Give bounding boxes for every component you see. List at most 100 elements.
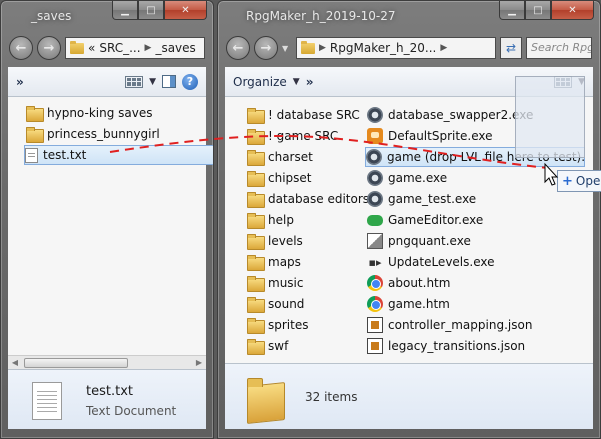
- sprite-icon: [367, 128, 383, 144]
- address-overflow[interactable]: «: [88, 41, 95, 55]
- list-item-selected[interactable]: test.txt: [24, 145, 213, 165]
- minimize-button[interactable]: ▁: [499, 1, 525, 20]
- minimize-button[interactable]: ▁: [112, 1, 138, 20]
- list-item[interactable]: ▪▸ UpdateLevels.exe: [367, 252, 495, 272]
- window-title: RpgMaker_h_2019-10-27: [246, 9, 396, 23]
- item-label: database_swapper2.exe: [388, 108, 534, 122]
- list-item[interactable]: database_swapper2.exe: [367, 105, 533, 125]
- chevron-right-icon[interactable]: ▶: [145, 43, 152, 53]
- close-button[interactable]: ✕: [164, 1, 207, 20]
- item-label: swf: [268, 339, 289, 353]
- item-label: game.exe: [388, 171, 448, 185]
- item-label: game.htm: [388, 297, 450, 311]
- chevron-right-icon[interactable]: ▶: [440, 43, 447, 53]
- text-file-icon: [25, 147, 38, 163]
- arrow-right-icon: →: [260, 40, 272, 56]
- view-icon[interactable]: [125, 75, 144, 88]
- horizontal-scrollbar[interactable]: ◀ ▶: [8, 355, 206, 369]
- list-item[interactable]: legacy_transitions.json: [367, 336, 525, 356]
- navigation-bar: ← → ▼ ▶ RpgMaker_h_20... ▶ ⇄ Search Rpg: [226, 35, 592, 61]
- close-button[interactable]: ✕: [551, 1, 594, 20]
- list-item[interactable]: help: [247, 210, 294, 230]
- list-item[interactable]: sound: [247, 294, 304, 314]
- chevron-down-icon[interactable]: ▼: [293, 77, 300, 87]
- item-label: sprites: [268, 318, 309, 332]
- item-count: 32 items: [305, 390, 358, 404]
- list-item[interactable]: game.htm: [367, 294, 450, 314]
- gear-icon: [367, 170, 383, 186]
- toolbar-overflow-button[interactable]: »: [306, 75, 314, 89]
- details-pane: test.txt Text Document: [8, 369, 206, 429]
- maximize-button[interactable]: □: [138, 1, 164, 20]
- gear-icon: [366, 149, 382, 165]
- folder-icon: [247, 129, 265, 145]
- caption-buttons: ▁ □ ✕: [499, 1, 594, 20]
- back-button[interactable]: ←: [226, 36, 250, 60]
- arrow-left-icon: ←: [15, 40, 27, 56]
- forward-button[interactable]: →: [254, 36, 278, 60]
- address-segment-src[interactable]: SRC_...: [99, 41, 140, 55]
- list-item[interactable]: game_test.exe: [367, 189, 476, 209]
- back-button[interactable]: ←: [9, 36, 33, 60]
- item-label: game_test.exe: [388, 192, 477, 206]
- item-label: chipset: [268, 171, 312, 185]
- list-item[interactable]: chipset: [247, 168, 312, 188]
- file-list[interactable]: hypno-king saves princess_bunnygirl test…: [8, 97, 213, 369]
- item-label: DefaultSprite.exe: [388, 129, 493, 143]
- address-bar[interactable]: « SRC_... ▶ _saves: [65, 37, 205, 59]
- address-bar[interactable]: ▶ RpgMaker_h_20... ▶: [296, 37, 496, 59]
- list-item[interactable]: ! game SRC: [247, 126, 338, 146]
- explorer-window-rpgmaker[interactable]: RpgMaker_h_2019-10-27 ▁ □ ✕ ← → ▼ ▶ RpgM…: [217, 0, 601, 439]
- list-item[interactable]: princess_bunnygirl: [26, 124, 160, 144]
- list-item[interactable]: GameEditor.exe: [367, 210, 483, 230]
- maximize-button[interactable]: □: [525, 1, 551, 20]
- list-item[interactable]: maps: [247, 252, 301, 272]
- list-item[interactable]: sprites: [247, 315, 308, 335]
- organize-button[interactable]: Organize: [233, 75, 287, 89]
- scroll-left-icon[interactable]: ◀: [8, 358, 22, 367]
- recent-pages-icon[interactable]: ▼: [282, 44, 292, 53]
- list-item[interactable]: about.htm: [367, 273, 450, 293]
- list-item[interactable]: database editors: [247, 189, 369, 209]
- command-bar: » ▼ ?: [8, 67, 206, 97]
- chevron-right-icon[interactable]: ▶: [319, 43, 326, 53]
- forward-button[interactable]: →: [37, 36, 61, 60]
- list-item[interactable]: music: [247, 273, 303, 293]
- drag-tooltip: + Ope: [557, 170, 601, 192]
- list-item[interactable]: ! database SRC: [247, 105, 360, 125]
- list-item[interactable]: game.exe: [367, 168, 447, 188]
- item-label: test.txt: [43, 148, 87, 162]
- arrow-left-icon: ←: [232, 40, 244, 56]
- folder-icon: [247, 108, 265, 124]
- folder-icon: [247, 171, 265, 187]
- list-item[interactable]: pngquant.exe: [367, 231, 471, 251]
- refresh-button[interactable]: ⇄: [500, 37, 522, 59]
- list-item[interactable]: swf: [247, 336, 288, 356]
- toolbar-overflow-button[interactable]: »: [16, 75, 24, 89]
- chevron-down-icon[interactable]: ▼: [149, 77, 156, 87]
- scroll-right-icon[interactable]: ▶: [192, 358, 206, 367]
- item-label: about.htm: [388, 276, 451, 290]
- preview-pane-icon[interactable]: [162, 75, 176, 88]
- item-label: GameEditor.exe: [388, 213, 484, 227]
- item-label: database editors: [268, 192, 370, 206]
- scrollbar-thumb[interactable]: [24, 358, 128, 368]
- gear-icon: [367, 107, 383, 123]
- item-label: help: [268, 213, 294, 227]
- item-label: UpdateLevels.exe: [388, 255, 495, 269]
- address-segment-rpgmaker[interactable]: RpgMaker_h_20...: [330, 41, 436, 55]
- list-item[interactable]: hypno-king saves: [26, 103, 153, 123]
- folder-icon: [247, 339, 265, 355]
- navigation-bar: ← → « SRC_... ▶ _saves: [9, 35, 205, 61]
- search-input[interactable]: Search Rpg: [526, 37, 592, 59]
- json-icon: [367, 317, 383, 333]
- item-label: levels: [268, 234, 303, 248]
- list-item[interactable]: controller_mapping.json: [367, 315, 532, 335]
- list-item[interactable]: DefaultSprite.exe: [367, 126, 493, 146]
- help-icon[interactable]: ?: [182, 73, 198, 90]
- chrome-icon: [367, 296, 383, 312]
- address-segment-saves[interactable]: _saves: [155, 41, 195, 55]
- list-item[interactable]: charset: [247, 147, 313, 167]
- explorer-window-saves[interactable]: _saves ▁ □ ✕ ← → « SRC_... ▶ _saves » ▼ …: [0, 0, 214, 439]
- list-item[interactable]: levels: [247, 231, 303, 251]
